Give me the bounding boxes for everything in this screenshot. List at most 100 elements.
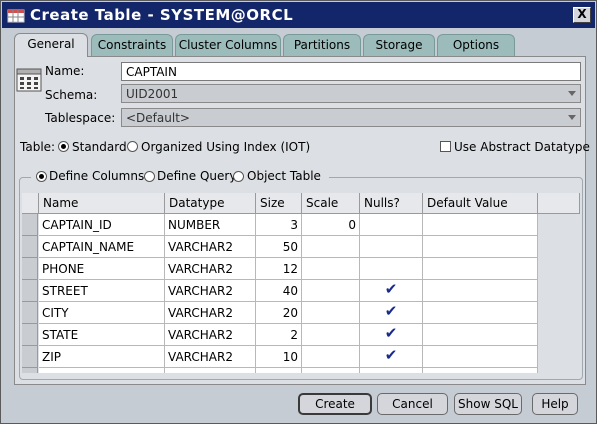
- row-header[interactable]: [22, 368, 38, 373]
- cell-name[interactable]: PHONE: [39, 258, 165, 280]
- cell-scale[interactable]: [302, 302, 360, 324]
- column-header-scale[interactable]: Scale: [302, 193, 360, 214]
- schema-value: UID2001: [126, 87, 179, 101]
- cell-size[interactable]: 12: [256, 258, 302, 280]
- cell-name[interactable]: STREET: [39, 280, 165, 302]
- schema-select[interactable]: UID2001: [121, 84, 581, 103]
- cell-scale[interactable]: [302, 346, 360, 368]
- row-header[interactable]: [22, 214, 38, 236]
- cell-default[interactable]: [423, 324, 538, 346]
- standard-radio[interactable]: [58, 141, 69, 152]
- name-field[interactable]: CAPTAIN: [121, 62, 581, 81]
- cell-datatype[interactable]: VARCHAR2: [165, 302, 256, 324]
- create-button[interactable]: Create: [298, 393, 372, 415]
- nulls-check-icon[interactable]: ✔: [360, 302, 423, 324]
- cell-datatype[interactable]: VARCHAR2: [165, 236, 256, 258]
- tab-options[interactable]: Options: [437, 34, 515, 56]
- define-query-label[interactable]: Define Query: [157, 169, 236, 183]
- cell-size[interactable]: 50: [256, 236, 302, 258]
- cell-name[interactable]: CAPTAIN_ID: [39, 214, 165, 236]
- cell-size[interactable]: 3: [256, 214, 302, 236]
- cell-default[interactable]: [423, 258, 538, 280]
- cell-default[interactable]: [423, 236, 538, 258]
- table-app-icon: [7, 9, 25, 23]
- cell-datatype[interactable]: VARCHAR2: [165, 258, 256, 280]
- cell-datatype[interactable]: VARCHAR2: [165, 346, 256, 368]
- object-table-radio[interactable]: [233, 171, 244, 182]
- column-header-default-value[interactable]: Default Value: [423, 193, 538, 214]
- column-header-nulls[interactable]: Nulls?: [360, 193, 423, 214]
- row-header[interactable]: [22, 258, 38, 280]
- cell-default[interactable]: [423, 214, 538, 236]
- close-button[interactable]: X: [573, 7, 591, 23]
- cell-scale[interactable]: [302, 368, 360, 373]
- cell-name[interactable]: ZIP: [39, 346, 165, 368]
- cell-size[interactable]: 40: [256, 280, 302, 302]
- cell-default[interactable]: [423, 368, 538, 373]
- row-header[interactable]: [22, 236, 38, 258]
- cell-size[interactable]: 20: [256, 302, 302, 324]
- tab-cluster-columns[interactable]: Cluster Columns: [175, 34, 281, 56]
- cell-default[interactable]: [423, 280, 538, 302]
- cell-name[interactable]: CAPTAIN_NAME: [39, 236, 165, 258]
- cell-name[interactable]: STATE: [39, 324, 165, 346]
- object-table-label[interactable]: Object Table: [247, 169, 321, 183]
- cell-default[interactable]: [423, 346, 538, 368]
- cell-nulls[interactable]: [360, 236, 423, 258]
- cell-scale[interactable]: 0: [302, 214, 360, 236]
- cell-datatype[interactable]: [165, 368, 256, 373]
- cell-scale[interactable]: [302, 280, 360, 302]
- cell-datatype[interactable]: VARCHAR2: [165, 324, 256, 346]
- row-header[interactable]: [22, 302, 38, 324]
- help-button[interactable]: Help: [532, 393, 578, 415]
- define-columns-radio[interactable]: [36, 171, 47, 182]
- window-title: Create Table - SYSTEM@ORCL: [30, 6, 294, 24]
- schema-label: Schema:: [45, 88, 98, 102]
- cell-name[interactable]: CITY: [39, 302, 165, 324]
- column-header-filler: [538, 193, 580, 214]
- cancel-button[interactable]: Cancel: [377, 393, 448, 415]
- row-header[interactable]: [22, 324, 38, 346]
- row-header[interactable]: [22, 346, 38, 368]
- tab-general[interactable]: General: [14, 33, 88, 57]
- define-columns-label[interactable]: Define Columns: [49, 169, 144, 183]
- tab-partitions[interactable]: Partitions: [283, 34, 361, 56]
- nulls-check-icon[interactable]: ✔: [360, 346, 423, 368]
- table-grid-icon: [16, 68, 42, 92]
- cell-scale[interactable]: [302, 236, 360, 258]
- cell-default[interactable]: [423, 302, 538, 324]
- row-header[interactable]: [22, 280, 38, 302]
- cell-size[interactable]: 10: [256, 346, 302, 368]
- tablespace-select[interactable]: <Default>: [121, 108, 581, 127]
- cell-datatype[interactable]: VARCHAR2: [165, 280, 256, 302]
- nulls-check-icon[interactable]: ✔: [360, 324, 423, 346]
- tablespace-value: <Default>: [126, 111, 190, 125]
- column-header-name[interactable]: Name: [39, 193, 165, 214]
- cell-name[interactable]: [39, 368, 165, 373]
- grid-corner: [22, 193, 39, 214]
- column-header-size[interactable]: Size: [256, 193, 302, 214]
- define-query-radio[interactable]: [144, 171, 155, 182]
- cell-nulls[interactable]: [360, 368, 423, 373]
- cell-nulls[interactable]: [360, 258, 423, 280]
- title-bar: Create Table - SYSTEM@ORCL X: [2, 2, 595, 28]
- group-legend: Define Columns Define Query Object Table: [31, 169, 329, 185]
- cell-size[interactable]: [256, 368, 302, 373]
- abstract-datatype-label[interactable]: Use Abstract Datatype: [454, 140, 590, 154]
- standard-radio-label[interactable]: Standard: [72, 140, 127, 154]
- show-sql-button[interactable]: Show SQL: [454, 393, 522, 415]
- cell-scale[interactable]: [302, 258, 360, 280]
- tab-storage[interactable]: Storage: [363, 34, 435, 56]
- columns-grid[interactable]: Name Datatype Size Scale Nulls? Default …: [22, 193, 580, 373]
- cell-nulls[interactable]: [360, 214, 423, 236]
- column-header-datatype[interactable]: Datatype: [165, 193, 256, 214]
- abstract-datatype-checkbox[interactable]: [440, 141, 451, 152]
- create-table-dialog: Create Table - SYSTEM@ORCL X General Con…: [0, 0, 597, 424]
- iot-radio[interactable]: [127, 141, 138, 152]
- cell-scale[interactable]: [302, 324, 360, 346]
- cell-size[interactable]: 2: [256, 324, 302, 346]
- cell-datatype[interactable]: NUMBER: [165, 214, 256, 236]
- iot-radio-label[interactable]: Organized Using Index (IOT): [141, 140, 310, 154]
- nulls-check-icon[interactable]: ✔: [360, 280, 423, 302]
- tab-constraints[interactable]: Constraints: [91, 34, 173, 56]
